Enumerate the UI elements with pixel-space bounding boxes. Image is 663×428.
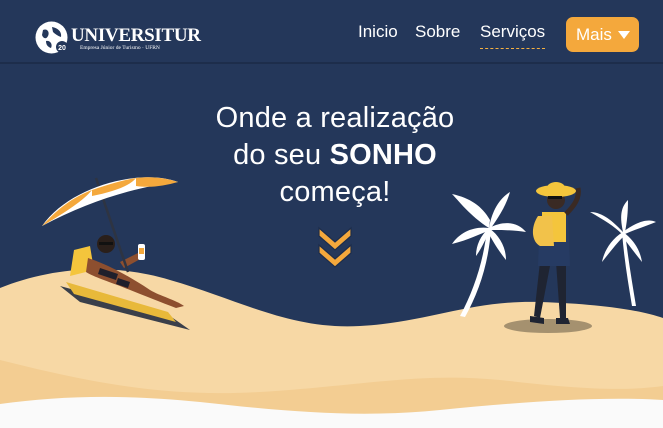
palm-tree-right (590, 200, 656, 306)
nav-link-sobre[interactable]: Sobre (415, 22, 460, 42)
beach-scene-illustration (0, 177, 663, 428)
hero-line-1: Onde a realização (215, 102, 455, 134)
hero-emphasis: SONHO (329, 139, 437, 171)
more-menu-button[interactable]: Mais (566, 17, 639, 52)
double-chevron-down-icon[interactable] (316, 225, 354, 271)
nav-link-inicio[interactable]: Inicio (358, 22, 398, 42)
hero-line-2-prefix: do seu (233, 139, 330, 171)
brand-logo[interactable]: 20 UNIVERSITUR Empresa Júnior de Turismo… (34, 20, 201, 56)
top-navbar: 20 UNIVERSITUR Empresa Júnior de Turismo… (0, 0, 663, 64)
logo-badge-text: 20 (58, 45, 66, 52)
hero-line-2: do seu SONHO (150, 137, 520, 174)
brand-tagline: Empresa Júnior de Turismo · UFRN (80, 45, 160, 51)
globe-logo-icon: 20 (35, 21, 68, 54)
more-menu-label: Mais (576, 25, 612, 44)
nav-link-servicos[interactable]: Serviços (480, 22, 546, 49)
brand-name: UNIVERSITUR (71, 25, 201, 46)
hero-line-3: começa! (279, 176, 391, 208)
hero-headline: Onde a realização do seu SONHO começa! (150, 100, 520, 211)
chevron-down-icon (618, 31, 630, 39)
